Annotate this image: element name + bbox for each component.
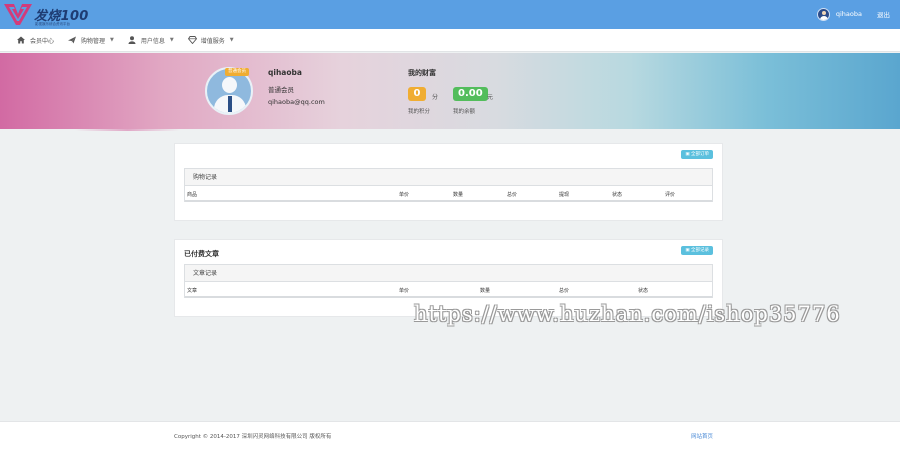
points-value[interactable]: 0 <box>408 87 426 101</box>
points-unit: 分 <box>432 94 439 101</box>
articles-table-header: 文章 单价 数量 总价 状态 <box>185 282 712 298</box>
footer-home-link[interactable]: 网站首页 <box>691 432 713 440</box>
profile-level: 普通会员 <box>268 86 294 94</box>
paper-plane-icon <box>68 36 77 44</box>
all-orders-button[interactable]: ▣ 全部订单 <box>681 150 713 159</box>
articles-table-title: 文章记录 <box>185 265 712 282</box>
articles-table: 文章记录 文章 单价 数量 总价 状态 <box>184 264 713 298</box>
column-header: 总价 <box>507 192 518 198</box>
member-badge: 普通会员 <box>225 68 249 76</box>
footer-copyright: Copyright © 2014-2017 深圳闪灵网络科技有限公司 版权所有 <box>174 434 332 440</box>
watermark-text: https://www.huzhan.com/ishop35776 <box>414 302 841 326</box>
diamond-icon <box>187 36 197 45</box>
column-header: 单价 <box>399 192 410 198</box>
top-username[interactable]: qihaoba <box>836 10 862 18</box>
balance-value[interactable]: 0.00 <box>453 87 488 101</box>
points-caption: 我的积分 <box>408 109 431 115</box>
orders-table-title: 购物记录 <box>185 169 712 186</box>
all-records-button[interactable]: ▣ 全部记录 <box>681 246 713 255</box>
nav-item-label: 增值服务 <box>200 37 225 45</box>
site-logo[interactable]: 发烧100 影视娱乐综合资讯平台 <box>3 2 98 28</box>
top-bar: 发烧100 影视娱乐综合资讯平台 qihaoba 退出 <box>0 0 900 29</box>
balance-unit: 元 <box>487 94 494 101</box>
page-footer: Copyright © 2014-2017 深圳闪灵网络科技有限公司 版权所有 … <box>0 421 900 455</box>
profile-email: qihaoba@qq.com <box>268 98 325 106</box>
column-header: 数量 <box>480 288 491 294</box>
nav-item-label: 会员中心 <box>30 37 55 45</box>
column-header: 评价 <box>665 192 676 198</box>
wealth-title: 我的财富 <box>408 69 436 77</box>
banner-divider <box>75 129 180 131</box>
nav-item-shopping[interactable]: 购物管理 ▼ <box>68 36 114 45</box>
orders-panel: ▣ 全部订单 购物记录 商品 单价 数量 总价 提现 状态 评价 <box>174 143 723 221</box>
chevron-down-icon: ▼ <box>169 37 174 43</box>
profile-name: qihaoba <box>268 68 302 77</box>
chevron-down-icon: ▼ <box>110 37 114 43</box>
column-header: 总价 <box>559 288 570 294</box>
orders-table: 购物记录 商品 单价 数量 总价 提现 状态 评价 <box>184 168 713 202</box>
logout-link[interactable]: 退出 <box>877 9 890 19</box>
column-header: 单价 <box>399 288 410 294</box>
chevron-down-icon: ▼ <box>229 37 234 43</box>
profile-banner <box>0 53 900 129</box>
nav-item-member-center[interactable]: 会员中心 <box>17 36 54 45</box>
logo-icon <box>4 4 32 25</box>
balance-caption: 我的余额 <box>453 109 476 115</box>
logo-subtitle: 影视娱乐综合资讯平台 <box>35 22 70 26</box>
column-header: 商品 <box>187 192 198 198</box>
user-icon <box>128 36 136 44</box>
orders-table-header: 商品 单价 数量 总价 提现 状态 评价 <box>185 186 712 202</box>
main-nav: 会员中心 购物管理 ▼ 用户信息 ▼ 增值服务 ▼ <box>0 29 900 52</box>
nav-item-user-info[interactable]: 用户信息 ▼ <box>128 36 174 45</box>
nav-item-label: 用户信息 <box>140 37 165 45</box>
nav-item-label: 购物管理 <box>81 37 106 45</box>
home-icon <box>17 36 25 44</box>
paid-articles-heading: 已付费文章 <box>184 250 219 258</box>
column-header: 文章 <box>187 288 198 294</box>
avatar[interactable] <box>816 7 830 21</box>
column-header: 状态 <box>638 288 649 294</box>
column-header: 数量 <box>453 192 464 198</box>
top-user-area: qihaoba 退出 <box>816 6 890 22</box>
column-header: 状态 <box>612 192 623 198</box>
nav-item-value-added[interactable]: 增值服务 ▼ <box>187 36 234 45</box>
column-header: 提现 <box>559 192 570 198</box>
